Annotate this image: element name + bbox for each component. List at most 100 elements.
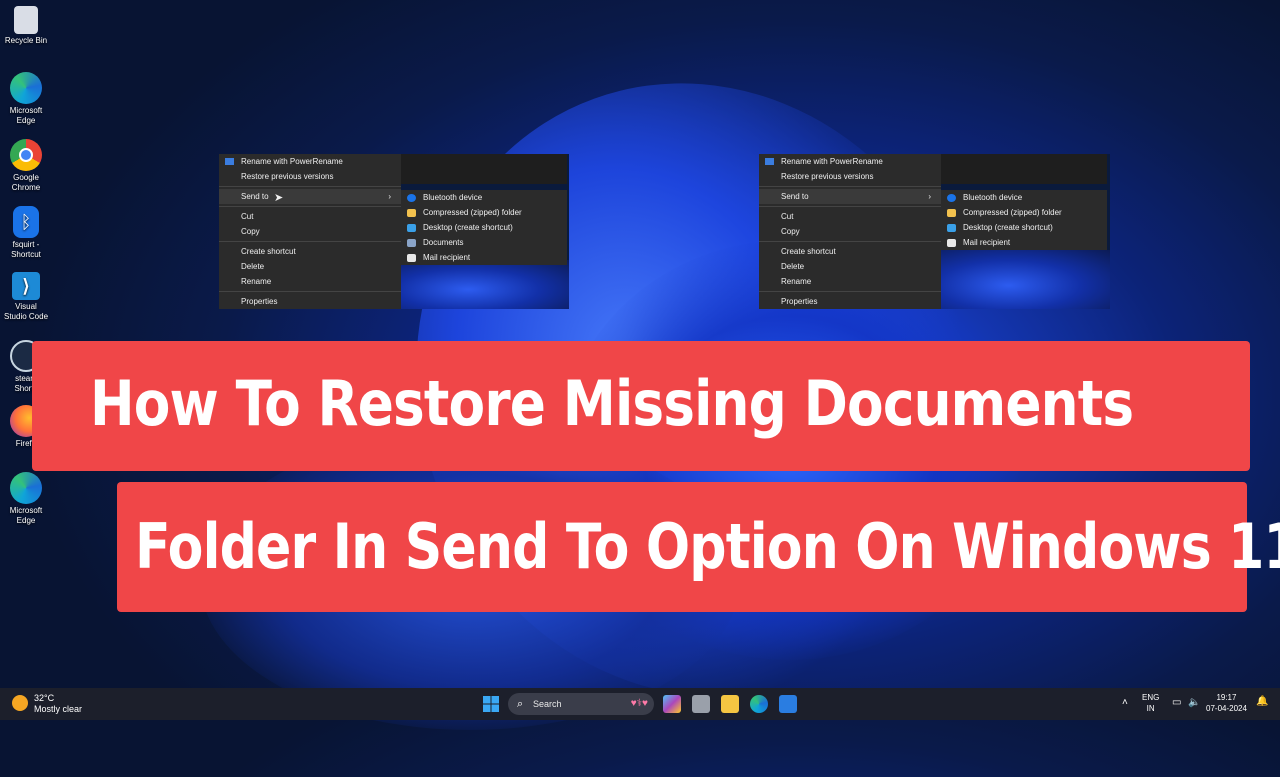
edge-icon [10,72,42,104]
menu-item-rename[interactable]: Rename [759,274,941,289]
store-icon[interactable] [779,695,797,713]
search-label: Search [533,699,562,709]
mail-icon [947,239,956,247]
send-to-desktop[interactable]: Desktop (create shortcut) [941,220,1107,235]
menu-divider [219,291,401,292]
context-menu-screenshot-after: Rename with PowerRename Restore previous… [759,154,1110,309]
menu-item-restore-previous[interactable]: Restore previous versions [759,169,941,184]
desktop-icon-edge[interactable]: Microsoft Edge [0,72,52,126]
windows-logo-icon [483,696,499,712]
menu-divider [219,186,401,187]
mouse-cursor-icon: ➤ [274,192,284,204]
desktop-icon-label: Microsoft Edge [9,106,43,125]
send-to-documents[interactable]: Documents [401,235,567,250]
menu-item-cut[interactable]: Cut [219,209,401,224]
title-banner-line2: Folder In Send To Option On Windows 11 [117,482,1280,612]
notification-bell-icon[interactable]: 🔔 [1256,696,1268,707]
start-button[interactable] [482,695,500,713]
title-line2: Folder In Send To Option On Windows 11 [135,510,1280,583]
send-to-mail[interactable]: Mail recipient [401,250,567,265]
send-to-zip[interactable]: Compressed (zipped) folder [941,205,1107,220]
chrome-icon [10,139,42,171]
menu-item-restore-previous[interactable]: Restore previous versions [219,169,401,184]
context-menu: Rename with PowerRename Restore previous… [219,154,401,309]
menu-divider [759,241,941,242]
send-to-zip[interactable]: Compressed (zipped) folder [401,205,567,220]
desktop-icon-vscode[interactable]: ⟩ Visual Studio Code [0,272,52,322]
edge-icon [10,472,42,504]
title-banner-line1: How To Restore Missing Documents [32,341,1250,471]
chevron-right-icon: › [388,192,391,201]
zip-folder-icon [407,209,416,217]
menu-divider [759,186,941,187]
menu-item-send-to[interactable]: Send to › ➤ [219,189,401,204]
submenu-header-gap [941,154,1107,184]
bluetooth-icon [407,194,416,202]
search-icon: ⌕ [517,698,524,710]
search-highlight-icon: ♥⚕♥ [630,698,648,709]
taskbar: 32°C Mostly clear ⌕ Search ♥⚕♥ ˄ ENG IN … [0,688,1280,720]
send-to-desktop[interactable]: Desktop (create shortcut) [401,220,567,235]
desktop-icon [407,224,416,232]
menu-divider [759,206,941,207]
menu-item-rename[interactable]: Rename [219,274,401,289]
desktop-icon-recycle-bin[interactable]: Recycle Bin [0,6,52,46]
chevron-up-icon[interactable]: ˄ [1122,697,1128,708]
volume-icon[interactable]: 🔈 [1188,697,1200,708]
wallpaper-preview [941,250,1110,309]
desktop-icon-chrome[interactable]: Google Chrome [0,139,52,193]
zip-folder-icon [947,209,956,217]
recycle-bin-icon [14,6,38,34]
edge-icon[interactable] [750,695,768,713]
bluetooth-icon [947,194,956,202]
menu-divider [759,291,941,292]
context-menu-screenshot-before: Rename with PowerRename Restore previous… [219,154,569,309]
send-to-bluetooth[interactable]: Bluetooth device [401,190,567,205]
menu-item-powerrename[interactable]: Rename with PowerRename [219,154,401,169]
file-explorer-icon[interactable] [721,695,739,713]
desktop-icon-label: Microsoft Edge [9,506,43,525]
documents-icon [407,239,416,247]
title-line1: How To Restore Missing Documents [90,367,1134,440]
weather-temp: 32°C [34,693,55,703]
language-indicator[interactable]: ENG IN [1142,692,1159,714]
chevron-right-icon: › [928,192,931,201]
powerrename-icon [225,158,234,165]
desktop-icon-label: Visual Studio Code [3,302,49,321]
menu-divider [219,206,401,207]
network-icon[interactable]: ▭ [1172,697,1181,708]
menu-item-create-shortcut[interactable]: Create shortcut [219,244,401,259]
send-to-submenu: Bluetooth device Compressed (zipped) fol… [401,190,567,265]
menu-item-delete[interactable]: Delete [219,259,401,274]
desktop-icon-fsquirt[interactable]: ᛒ fsquirt - Shortcut [0,206,52,260]
menu-divider [219,241,401,242]
task-view-icon[interactable] [692,695,710,713]
send-to-mail[interactable]: Mail recipient [941,235,1107,250]
desktop-icon-edge-2[interactable]: Microsoft Edge [0,472,52,526]
menu-item-send-to[interactable]: Send to › [759,189,941,204]
send-to-bluetooth[interactable]: Bluetooth device [941,190,1107,205]
menu-item-copy[interactable]: Copy [219,224,401,239]
clock[interactable]: 19:17 07-04-2024 [1206,692,1247,714]
send-to-submenu: Bluetooth device Compressed (zipped) fol… [941,190,1107,250]
weather-desc: Mostly clear [34,704,83,714]
context-menu: Rename with PowerRename Restore previous… [759,154,941,309]
submenu-header-gap [401,154,567,184]
copilot-icon[interactable] [663,695,681,713]
menu-item-properties[interactable]: Properties [219,294,401,309]
desktop-icon [947,224,956,232]
bluetooth-icon: ᛒ [13,206,39,238]
menu-item-delete[interactable]: Delete [759,259,941,274]
menu-item-create-shortcut[interactable]: Create shortcut [759,244,941,259]
menu-item-cut[interactable]: Cut [759,209,941,224]
menu-item-copy[interactable]: Copy [759,224,941,239]
vscode-icon: ⟩ [12,272,40,300]
menu-item-properties[interactable]: Properties [759,294,941,309]
desktop-icon-label: Recycle Bin [4,36,48,45]
desktop-icon-label: fsquirt - Shortcut [11,240,41,259]
mail-icon [407,254,416,262]
desktop-icon-label: Google Chrome [11,173,41,192]
weather-icon [12,695,28,711]
taskbar-search[interactable]: ⌕ Search ♥⚕♥ [508,693,654,715]
menu-item-powerrename[interactable]: Rename with PowerRename [759,154,941,169]
